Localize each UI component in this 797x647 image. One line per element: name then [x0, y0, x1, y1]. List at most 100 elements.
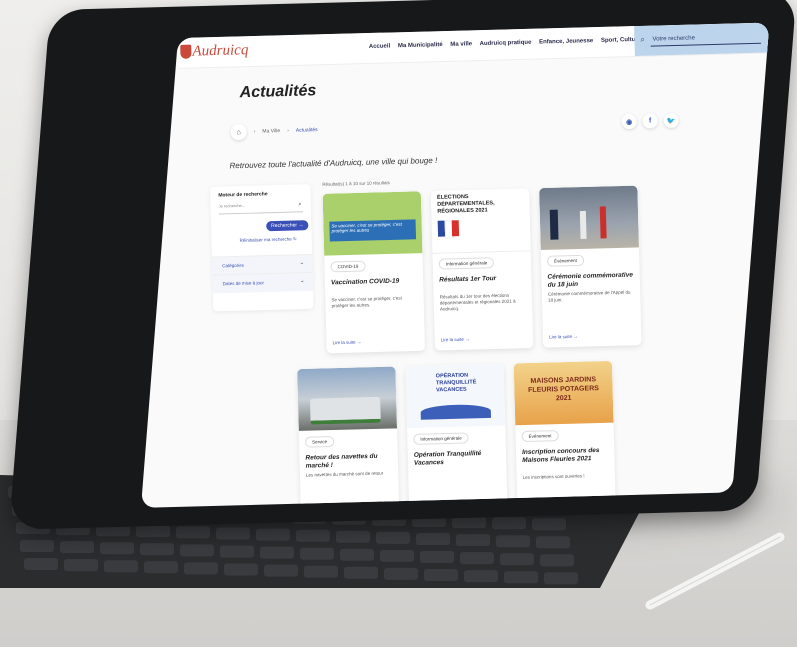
- card-desc: Se vacciner, c'est se protéger, c'est pr…: [331, 295, 402, 309]
- card-image: ÉLECTIONS DÉPARTEMENTALES, RÉGIONALES 20…: [430, 188, 531, 254]
- facebook-icon[interactable]: f: [642, 113, 658, 129]
- nav-item-ma-ville[interactable]: Ma ville: [450, 41, 472, 48]
- card-desc: Cérémonie commémorative de l'Appel du 18…: [547, 289, 631, 303]
- read-more-link[interactable]: Lire la suite →: [549, 334, 578, 340]
- card-title[interactable]: Inscription concours des Maisons Fleurie…: [522, 447, 611, 465]
- chevron-down-icon: ⌄: [299, 278, 305, 285]
- reset-search-link[interactable]: Réinitialiser ma recherche ↻: [239, 236, 296, 243]
- header-search[interactable]: ⌕ Votre recherche: [634, 22, 770, 56]
- page-intro: Retrouvez toute l'actualité d'Audruicq, …: [229, 155, 438, 171]
- card-image-caption: Se vacciner, c'est se protéger, c'est pr…: [329, 219, 417, 242]
- social-links: ◉ f 🐦: [621, 112, 679, 130]
- card-image: MAISONS JARDINS FLEURIS POTAGERS 2021: [513, 360, 614, 426]
- keyboard-key: [540, 554, 574, 567]
- chevron-down-icon: ⌄: [299, 260, 305, 267]
- card-image-caption: ÉLECTIONS DÉPARTEMENTALES, RÉGIONALES 20…: [436, 194, 495, 215]
- sidebar-title: Moteur de recherche: [218, 191, 268, 199]
- instagram-icon[interactable]: ◉: [621, 113, 637, 130]
- card-desc: Résultats du 1er tour des élections dépa…: [439, 292, 516, 312]
- keyboard-key: [340, 548, 374, 561]
- home-icon[interactable]: ⌂: [230, 124, 247, 141]
- results-count: Résultat(s) 1 à 10 sur 10 résultats: [322, 180, 391, 187]
- news-card[interactable]: OPÉRATION TRANQUILLITÉ VACANCES Informat…: [405, 363, 508, 506]
- keyboard-key: [256, 528, 290, 541]
- keyboard-key: [104, 560, 138, 573]
- news-card[interactable]: MAISONS JARDINS FLEURIS POTAGERS 2021 Év…: [513, 360, 616, 503]
- stylus-pencil: [645, 532, 785, 610]
- town-crest-icon: [180, 44, 192, 59]
- filter-categories-label: Catégories: [222, 262, 245, 269]
- main-nav: Accueil Ma Municipalité Ma ville Audruic…: [369, 36, 670, 50]
- news-card[interactable]: Service Retour des navettes du marché ! …: [297, 366, 400, 508]
- breadcrumb-item-ville[interactable]: Ma Ville: [262, 128, 280, 134]
- page-title: Actualités: [239, 82, 317, 102]
- keyboard-key: [416, 533, 450, 545]
- search-submit-label: Rechercher: [271, 222, 298, 230]
- news-card[interactable]: Événement Cérémonie commémorative du 18 …: [539, 185, 642, 348]
- keyboard-key: [24, 558, 58, 570]
- card-tag[interactable]: Événement: [546, 254, 585, 267]
- read-more-link[interactable]: Lire la suite →: [332, 339, 361, 345]
- card-title[interactable]: Opération Tranquillité Vacances: [414, 450, 503, 468]
- keyboard-key: [424, 569, 458, 581]
- card-image: [539, 185, 639, 250]
- news-card[interactable]: ÉLECTIONS DÉPARTEMENTALES, RÉGIONALES 20…: [430, 188, 534, 351]
- keyboard-key: [304, 565, 338, 578]
- card-tag[interactable]: COVID-19: [330, 260, 366, 273]
- card-desc: Les inscriptions sont ouvertes !: [522, 473, 585, 480]
- keyboard-key: [504, 571, 538, 584]
- keyboard-key: [492, 517, 526, 530]
- card-image: [297, 366, 398, 431]
- flag-red: [451, 220, 460, 237]
- keyboard-key: [336, 530, 370, 543]
- site-logo[interactable]: Audruicq: [192, 42, 248, 60]
- sidebar-search-input[interactable]: Je recherche... ⌕: [218, 201, 303, 215]
- filter-dates-label: Dates de mise à jour: [222, 280, 265, 287]
- keyboard-key: [64, 559, 98, 572]
- keyboard-key: [100, 542, 134, 555]
- nav-item-enfance[interactable]: Enfance, Jeunesse: [539, 38, 593, 45]
- keyboard-key: [176, 526, 210, 539]
- keyboard-key: [140, 543, 174, 556]
- nav-item-accueil[interactable]: Accueil: [369, 43, 391, 50]
- keyboard-key: [420, 551, 454, 563]
- card-title[interactable]: Résultats 1er Tour: [439, 274, 527, 284]
- nav-item-pratique[interactable]: Audruicq pratique: [480, 40, 532, 47]
- keyboard-key: [544, 572, 578, 585]
- card-tag[interactable]: Information générale: [438, 257, 495, 270]
- keyboard-key: [532, 518, 566, 531]
- keyboard-key: [184, 562, 218, 575]
- filter-dates[interactable]: Dates de mise à jour ⌄: [212, 271, 314, 294]
- read-more-label: Lire la suite: [332, 339, 356, 346]
- header-search-input[interactable]: Votre recherche: [652, 35, 695, 42]
- keyboard-key: [500, 553, 534, 566]
- keyboard-key: [224, 563, 258, 576]
- keyboard-key: [456, 534, 490, 547]
- keyboard-key: [496, 535, 530, 548]
- breadcrumb: ⌂ › Ma Ville › Actualités: [230, 122, 318, 141]
- keyboard-key: [460, 552, 494, 565]
- nav-item-municipalite[interactable]: Ma Municipalité: [398, 42, 443, 49]
- search-icon[interactable]: ⌕: [298, 201, 302, 208]
- keyboard-key: [296, 529, 330, 542]
- news-card[interactable]: Se vacciner, c'est se protéger, c'est pr…: [322, 191, 426, 354]
- search-submit-button[interactable]: Rechercher →: [266, 220, 309, 232]
- keyboard-key: [384, 567, 418, 580]
- keyboard-key: [20, 540, 54, 552]
- read-more-link[interactable]: Lire la suite →: [441, 337, 470, 343]
- card-title[interactable]: Vaccination COVID-19: [331, 277, 419, 287]
- keyboard-key: [180, 544, 214, 557]
- tablet-screen: Audruicq Accueil Ma Municipalité Ma vill…: [140, 22, 770, 508]
- search-icon: ⌕: [640, 34, 646, 44]
- keyboard-key: [216, 527, 250, 540]
- card-title[interactable]: Cérémonie commémorative du 18 juin: [547, 271, 636, 289]
- keyboard-key: [144, 561, 178, 574]
- twitter-icon[interactable]: 🐦: [663, 112, 679, 129]
- card-title[interactable]: Retour des navettes du marché !: [305, 452, 394, 470]
- keyboard-key: [60, 541, 94, 554]
- keyboard-key: [300, 547, 334, 560]
- card-tag[interactable]: Événement: [521, 430, 559, 443]
- card-tag[interactable]: Information générale: [413, 432, 469, 445]
- card-tag[interactable]: Service: [304, 435, 335, 448]
- keyboard-key: [376, 531, 410, 544]
